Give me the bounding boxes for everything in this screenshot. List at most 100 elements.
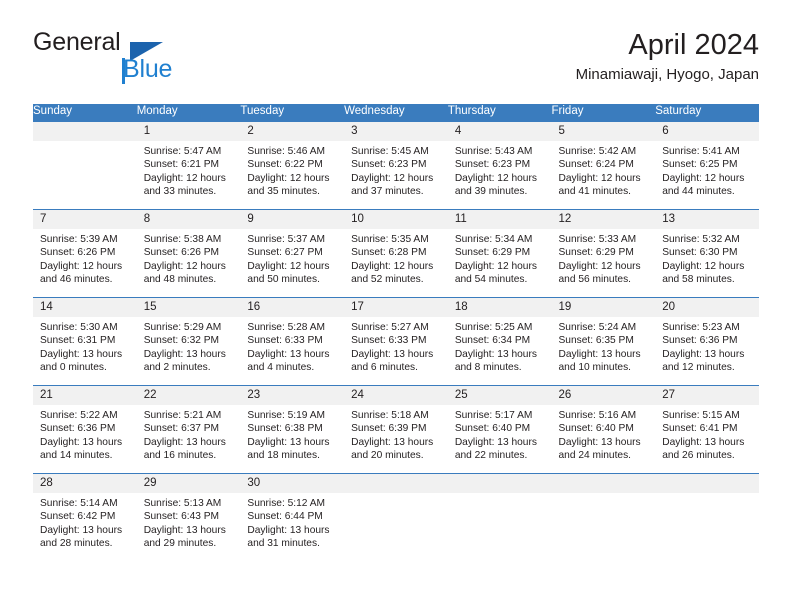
day-cell[interactable]: 27 Sunrise: 5:15 AM Sunset: 6:41 PM Dayli… <box>655 385 759 474</box>
day-number: 23 <box>240 386 345 405</box>
day-cell[interactable]: 26 Sunrise: 5:16 AM Sunset: 6:40 PM Dayli… <box>551 385 656 474</box>
day-cell[interactable]: 16 Sunrise: 5:28 AM Sunset: 6:33 PM Dayli… <box>240 297 345 386</box>
day-cell[interactable]: 5 Sunrise: 5:42 AM Sunset: 6:24 PM Daylig… <box>551 122 656 210</box>
day-number: 15 <box>136 298 241 317</box>
day-number: 13 <box>655 210 759 229</box>
day-cell[interactable]: 19 Sunrise: 5:24 AM Sunset: 6:35 PM Dayli… <box>551 297 656 386</box>
day-details: Sunrise: 5:14 AM Sunset: 6:42 PM Dayligh… <box>40 498 123 549</box>
day-number <box>551 474 656 493</box>
day-details: Sunrise: 5:33 AM Sunset: 6:29 PM Dayligh… <box>558 234 641 285</box>
weekday-header-friday: Friday <box>551 104 656 122</box>
day-details: Sunrise: 5:23 AM Sunset: 6:36 PM Dayligh… <box>662 322 745 373</box>
day-details: Sunrise: 5:28 AM Sunset: 6:33 PM Dayligh… <box>247 322 330 373</box>
day-cell[interactable]: 8 Sunrise: 5:38 AM Sunset: 6:26 PM Daylig… <box>136 209 241 298</box>
weekday-header-saturday: Saturday <box>655 104 759 122</box>
day-details: Sunrise: 5:27 AM Sunset: 6:33 PM Dayligh… <box>351 322 434 373</box>
day-cell[interactable]: 22 Sunrise: 5:21 AM Sunset: 6:37 PM Dayli… <box>136 385 241 474</box>
day-cell[interactable]: 30 Sunrise: 5:12 AM Sunset: 6:44 PM Dayli… <box>240 474 345 562</box>
general-blue-logo: General Blue <box>33 28 293 90</box>
day-cell[interactable]: 4 Sunrise: 5:43 AM Sunset: 6:23 PM Daylig… <box>447 122 552 210</box>
day-cell[interactable]: 21 Sunrise: 5:22 AM Sunset: 6:36 PM Dayli… <box>33 385 137 474</box>
day-number: 16 <box>240 298 345 317</box>
day-cell[interactable]: 2 Sunrise: 5:46 AM Sunset: 6:22 PM Daylig… <box>240 122 345 210</box>
day-cell[interactable]: 9 Sunrise: 5:37 AM Sunset: 6:27 PM Daylig… <box>240 209 345 298</box>
day-cell[interactable]: 10 Sunrise: 5:35 AM Sunset: 6:28 PM Dayli… <box>344 209 448 298</box>
day-number: 10 <box>344 210 448 229</box>
day-number: 2 <box>240 122 345 141</box>
day-cell[interactable]: 15 Sunrise: 5:29 AM Sunset: 6:32 PM Dayli… <box>136 297 241 386</box>
logo-text-general: General <box>33 28 121 56</box>
weekday-header-monday: Monday <box>136 104 241 122</box>
day-details: Sunrise: 5:13 AM Sunset: 6:43 PM Dayligh… <box>143 498 226 549</box>
day-cell[interactable]: 25 Sunrise: 5:17 AM Sunset: 6:40 PM Dayli… <box>447 385 552 474</box>
day-number: 1 <box>136 122 241 141</box>
day-number: 12 <box>551 210 656 229</box>
day-details: Sunrise: 5:25 AM Sunset: 6:34 PM Dayligh… <box>454 322 537 373</box>
day-cell[interactable]: 28 Sunrise: 5:14 AM Sunset: 6:42 PM Dayli… <box>33 474 137 562</box>
day-cell[interactable] <box>344 474 448 562</box>
calendar-body: 1 Sunrise: 5:47 AM Sunset: 6:21 PM Daylig… <box>33 122 759 561</box>
weekday-header-sunday: Sunday <box>33 104 137 122</box>
day-number <box>344 474 448 493</box>
day-cell[interactable] <box>655 474 759 562</box>
day-number: 19 <box>551 298 656 317</box>
weekday-header-tuesday: Tuesday <box>240 104 345 122</box>
day-number <box>447 474 552 493</box>
day-number: 4 <box>447 122 552 141</box>
week-row: 21 Sunrise: 5:22 AM Sunset: 6:36 PM Dayli… <box>33 385 759 474</box>
day-details: Sunrise: 5:29 AM Sunset: 6:32 PM Dayligh… <box>143 322 226 373</box>
day-cell[interactable]: 23 Sunrise: 5:19 AM Sunset: 6:38 PM Dayli… <box>240 385 345 474</box>
title-block: April 2024 Minamiawaji, Hyogo, Japan <box>576 28 759 86</box>
weekday-header-wednesday: Wednesday <box>344 104 448 122</box>
weekday-header-row: Sunday Monday Tuesday Wednesday Thursday… <box>33 104 759 122</box>
day-number: 24 <box>344 386 448 405</box>
page-subtitle: Minamiawaji, Hyogo, Japan <box>575 66 759 83</box>
day-number: 28 <box>33 474 137 493</box>
day-details: Sunrise: 5:42 AM Sunset: 6:24 PM Dayligh… <box>558 146 641 197</box>
day-details: Sunrise: 5:34 AM Sunset: 6:29 PM Dayligh… <box>454 234 537 285</box>
day-details: Sunrise: 5:30 AM Sunset: 6:31 PM Dayligh… <box>40 322 123 373</box>
day-details: Sunrise: 5:12 AM Sunset: 6:44 PM Dayligh… <box>247 498 330 549</box>
day-details: Sunrise: 5:22 AM Sunset: 6:36 PM Dayligh… <box>40 410 123 461</box>
day-cell[interactable]: 29 Sunrise: 5:13 AM Sunset: 6:43 PM Dayli… <box>136 474 241 562</box>
day-cell[interactable]: 3 Sunrise: 5:45 AM Sunset: 6:23 PM Daylig… <box>344 122 448 210</box>
day-details: Sunrise: 5:37 AM Sunset: 6:27 PM Dayligh… <box>247 234 330 285</box>
day-details: Sunrise: 5:32 AM Sunset: 6:30 PM Dayligh… <box>662 234 745 285</box>
day-number <box>655 474 759 493</box>
day-number: 17 <box>344 298 448 317</box>
day-cell[interactable]: 12 Sunrise: 5:33 AM Sunset: 6:29 PM Dayli… <box>551 209 656 298</box>
day-details: Sunrise: 5:19 AM Sunset: 6:38 PM Dayligh… <box>247 410 330 461</box>
day-details: Sunrise: 5:18 AM Sunset: 6:39 PM Dayligh… <box>351 410 434 461</box>
day-details: Sunrise: 5:41 AM Sunset: 6:25 PM Dayligh… <box>662 146 745 197</box>
day-details: Sunrise: 5:16 AM Sunset: 6:40 PM Dayligh… <box>558 410 641 461</box>
week-row: 14 Sunrise: 5:30 AM Sunset: 6:31 PM Dayli… <box>33 297 759 386</box>
page-title: April 2024 <box>628 29 759 61</box>
day-cell[interactable]: 20 Sunrise: 5:23 AM Sunset: 6:36 PM Dayli… <box>655 297 759 386</box>
day-number: 26 <box>551 386 656 405</box>
day-cell[interactable] <box>447 474 552 562</box>
day-details: Sunrise: 5:24 AM Sunset: 6:35 PM Dayligh… <box>558 322 641 373</box>
day-details: Sunrise: 5:46 AM Sunset: 6:22 PM Dayligh… <box>247 146 330 197</box>
day-cell[interactable]: 1 Sunrise: 5:47 AM Sunset: 6:21 PM Daylig… <box>136 122 241 210</box>
calendar-grid: Sunday Monday Tuesday Wednesday Thursday… <box>33 104 759 561</box>
day-cell[interactable] <box>33 122 137 210</box>
day-details: Sunrise: 5:43 AM Sunset: 6:23 PM Dayligh… <box>454 146 537 197</box>
weekday-header-thursday: Thursday <box>447 104 552 122</box>
day-number: 7 <box>33 210 137 229</box>
day-details: Sunrise: 5:21 AM Sunset: 6:37 PM Dayligh… <box>143 410 226 461</box>
week-row: 7 Sunrise: 5:39 AM Sunset: 6:26 PM Daylig… <box>33 209 759 298</box>
day-number: 8 <box>136 210 241 229</box>
day-number: 29 <box>136 474 241 493</box>
day-number: 18 <box>447 298 552 317</box>
day-cell[interactable]: 7 Sunrise: 5:39 AM Sunset: 6:26 PM Daylig… <box>33 209 137 298</box>
day-cell[interactable]: 24 Sunrise: 5:18 AM Sunset: 6:39 PM Dayli… <box>344 385 448 474</box>
day-cell[interactable]: 13 Sunrise: 5:32 AM Sunset: 6:30 PM Dayli… <box>655 209 759 298</box>
day-cell[interactable] <box>551 474 656 562</box>
day-number: 20 <box>655 298 759 317</box>
day-cell[interactable]: 6 Sunrise: 5:41 AM Sunset: 6:25 PM Daylig… <box>655 122 759 210</box>
day-cell[interactable]: 18 Sunrise: 5:25 AM Sunset: 6:34 PM Dayli… <box>447 297 552 386</box>
day-cell[interactable]: 11 Sunrise: 5:34 AM Sunset: 6:29 PM Dayli… <box>447 209 552 298</box>
day-cell[interactable]: 14 Sunrise: 5:30 AM Sunset: 6:31 PM Dayli… <box>33 297 137 386</box>
day-cell[interactable]: 17 Sunrise: 5:27 AM Sunset: 6:33 PM Dayli… <box>344 297 448 386</box>
page-header: General Blue April 2024 Minamiawaji, Hyo… <box>33 28 759 96</box>
